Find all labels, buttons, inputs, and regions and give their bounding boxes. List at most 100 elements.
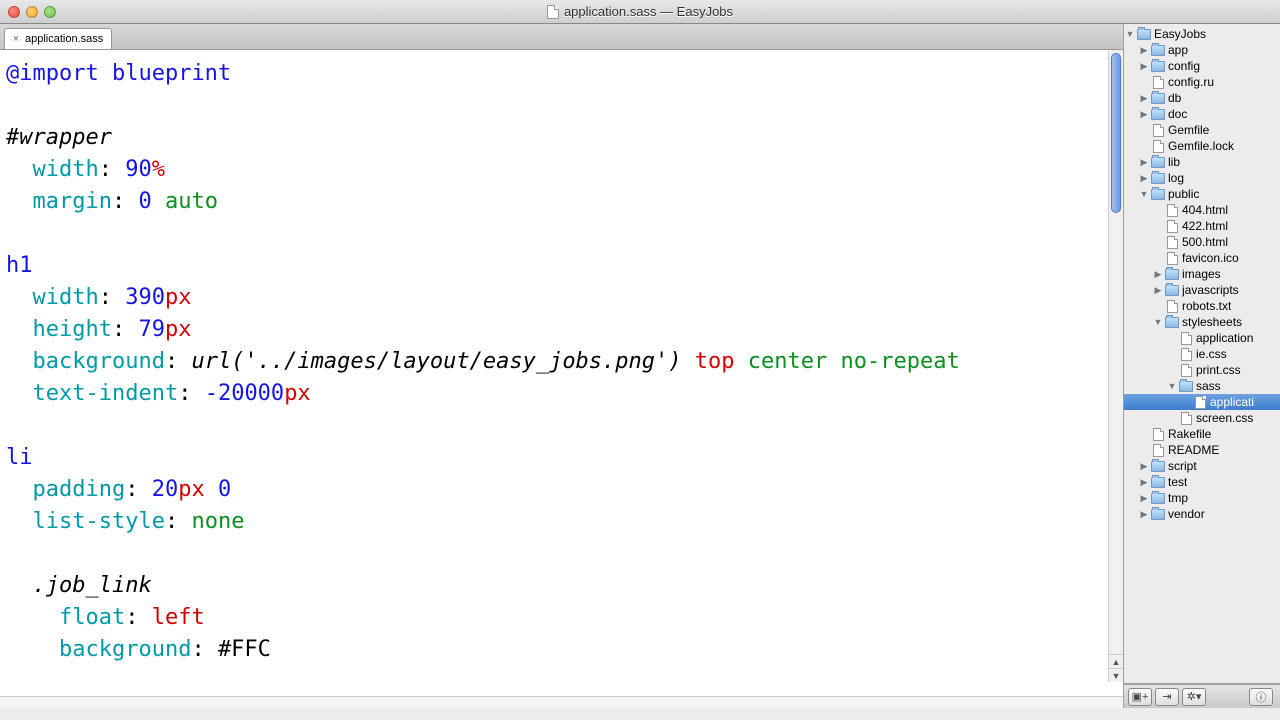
- tree-file[interactable]: applicati: [1124, 394, 1280, 410]
- code-line[interactable]: .job_link: [6, 570, 1123, 602]
- tree-file[interactable]: 404.html: [1124, 202, 1280, 218]
- code-line[interactable]: li: [6, 442, 1123, 474]
- tree-folder[interactable]: ▶tmp: [1124, 490, 1280, 506]
- tree-folder[interactable]: ▼sass: [1124, 378, 1280, 394]
- scroll-down-icon[interactable]: ▼: [1109, 668, 1123, 682]
- tree-file[interactable]: Gemfile: [1124, 122, 1280, 138]
- tree-item-label: 404.html: [1182, 203, 1228, 217]
- disclosure-triangle-icon[interactable]: ▶: [1152, 269, 1164, 280]
- code-line[interactable]: width: 90%: [6, 154, 1123, 186]
- collapse-button[interactable]: ⇥: [1155, 688, 1179, 706]
- file-icon: [1181, 364, 1192, 377]
- folder-icon: [1151, 93, 1165, 104]
- scroll-up-icon[interactable]: ▲: [1109, 654, 1123, 668]
- tree-folder[interactable]: ▶ app: [1124, 42, 1280, 58]
- tree-folder[interactable]: ▶config: [1124, 58, 1280, 74]
- code-line[interactable]: height: 79px: [6, 314, 1123, 346]
- tree-item-label: EasyJobs: [1154, 27, 1206, 41]
- disclosure-triangle-icon[interactable]: ▶: [1138, 461, 1150, 472]
- code-line[interactable]: @import blueprint: [6, 58, 1123, 90]
- tree-file[interactable]: 422.html: [1124, 218, 1280, 234]
- file-tree[interactable]: ▼EasyJobs▶app▶configconfig.ru▶db▶docGemf…: [1124, 24, 1280, 684]
- tree-file[interactable]: ie.css: [1124, 346, 1280, 362]
- tree-folder[interactable]: ▼stylesheets: [1124, 314, 1280, 330]
- tree-item-label: app: [1168, 43, 1188, 57]
- tree-folder[interactable]: ▶db: [1124, 90, 1280, 106]
- file-icon: [1181, 412, 1192, 425]
- disclosure-triangle-icon[interactable]: ▶: [1138, 61, 1150, 72]
- tree-folder[interactable]: ▼public: [1124, 186, 1280, 202]
- tab-application-sass[interactable]: × application.sass: [4, 28, 112, 49]
- tree-file[interactable]: print.css: [1124, 362, 1280, 378]
- tree-folder[interactable]: ▶lib: [1124, 154, 1280, 170]
- tree-folder[interactable]: ▶vendor: [1124, 506, 1280, 522]
- tree-file[interactable]: screen.css: [1124, 410, 1280, 426]
- folder-icon: [1165, 285, 1179, 296]
- tree-item-label: test: [1168, 475, 1187, 489]
- vertical-scrollbar[interactable]: ▲ ▼: [1108, 50, 1123, 682]
- editor-area[interactable]: @import blueprint #wrapper width: 90% ma…: [0, 50, 1123, 696]
- tree-file[interactable]: Gemfile.lock: [1124, 138, 1280, 154]
- tree-item-label: Rakefile: [1168, 427, 1211, 441]
- disclosure-triangle-icon[interactable]: ▶: [1138, 493, 1150, 504]
- tree-file[interactable]: robots.txt: [1124, 298, 1280, 314]
- tree-file[interactable]: config.ru: [1124, 74, 1280, 90]
- minimize-window-button[interactable]: [26, 6, 38, 18]
- code-line[interactable]: [6, 90, 1123, 122]
- code-line[interactable]: padding: 20px 0: [6, 474, 1123, 506]
- tree-file[interactable]: 500.html: [1124, 234, 1280, 250]
- disclosure-triangle-icon[interactable]: ▼: [1124, 29, 1136, 39]
- disclosure-triangle-icon[interactable]: ▶: [1138, 157, 1150, 168]
- code-line[interactable]: h1: [6, 250, 1123, 282]
- tree-file[interactable]: README: [1124, 442, 1280, 458]
- tree-folder[interactable]: ▶ test: [1124, 474, 1280, 490]
- new-file-button[interactable]: ▣+: [1128, 688, 1152, 706]
- info-button[interactable]: ⓘ: [1249, 688, 1273, 706]
- file-icon: [1153, 444, 1164, 457]
- tab-label: application.sass: [25, 33, 103, 45]
- tree-file[interactable]: application: [1124, 330, 1280, 346]
- code-line[interactable]: text-indent: -20000px: [6, 378, 1123, 410]
- code-line[interactable]: [6, 218, 1123, 250]
- disclosure-triangle-icon[interactable]: ▶: [1152, 285, 1164, 296]
- disclosure-triangle-icon[interactable]: ▶: [1138, 109, 1150, 120]
- code-line[interactable]: margin: 0 auto: [6, 186, 1123, 218]
- tree-folder[interactable]: ▶javascripts: [1124, 282, 1280, 298]
- tree-folder[interactable]: ▶images: [1124, 266, 1280, 282]
- code-line[interactable]: [6, 538, 1123, 570]
- close-tab-icon[interactable]: ×: [11, 33, 21, 45]
- disclosure-triangle-icon[interactable]: ▶: [1138, 45, 1150, 56]
- maximize-window-button[interactable]: [44, 6, 56, 18]
- code-line[interactable]: width: 390px: [6, 282, 1123, 314]
- disclosure-triangle-icon[interactable]: ▶: [1138, 173, 1150, 184]
- code-line[interactable]: background: #FFC: [6, 634, 1123, 666]
- scrollbar-thumb[interactable]: [1111, 53, 1121, 213]
- tree-file[interactable]: Rakefile: [1124, 426, 1280, 442]
- close-window-button[interactable]: [8, 6, 20, 18]
- code-line[interactable]: list-style: none: [6, 506, 1123, 538]
- disclosure-triangle-icon[interactable]: ▶: [1138, 477, 1150, 488]
- folder-icon: [1151, 493, 1165, 504]
- file-icon: [1167, 220, 1178, 233]
- file-icon: [1181, 332, 1192, 345]
- disclosure-triangle-icon[interactable]: ▶: [1138, 93, 1150, 104]
- code-line[interactable]: background: url('../images/layout/easy_j…: [6, 346, 1123, 378]
- tree-folder[interactable]: ▶log: [1124, 170, 1280, 186]
- folder-icon: [1151, 477, 1165, 488]
- file-icon: [1167, 204, 1178, 217]
- tree-folder[interactable]: ▶doc: [1124, 106, 1280, 122]
- file-icon: [1153, 124, 1164, 137]
- tree-item-label: applicati: [1210, 395, 1254, 409]
- file-icon: [1167, 300, 1178, 313]
- disclosure-triangle-icon[interactable]: ▼: [1138, 189, 1150, 199]
- code-line[interactable]: [6, 410, 1123, 442]
- tree-folder[interactable]: ▶script: [1124, 458, 1280, 474]
- tree-folder[interactable]: ▼ EasyJobs: [1124, 26, 1280, 42]
- disclosure-triangle-icon[interactable]: ▼: [1152, 317, 1164, 327]
- code-line[interactable]: float: left: [6, 602, 1123, 634]
- disclosure-triangle-icon[interactable]: ▶: [1138, 509, 1150, 520]
- tree-file[interactable]: favicon.ico: [1124, 250, 1280, 266]
- settings-button[interactable]: ✲▾: [1182, 688, 1206, 706]
- code-line[interactable]: #wrapper: [6, 122, 1123, 154]
- disclosure-triangle-icon[interactable]: ▼: [1166, 381, 1178, 391]
